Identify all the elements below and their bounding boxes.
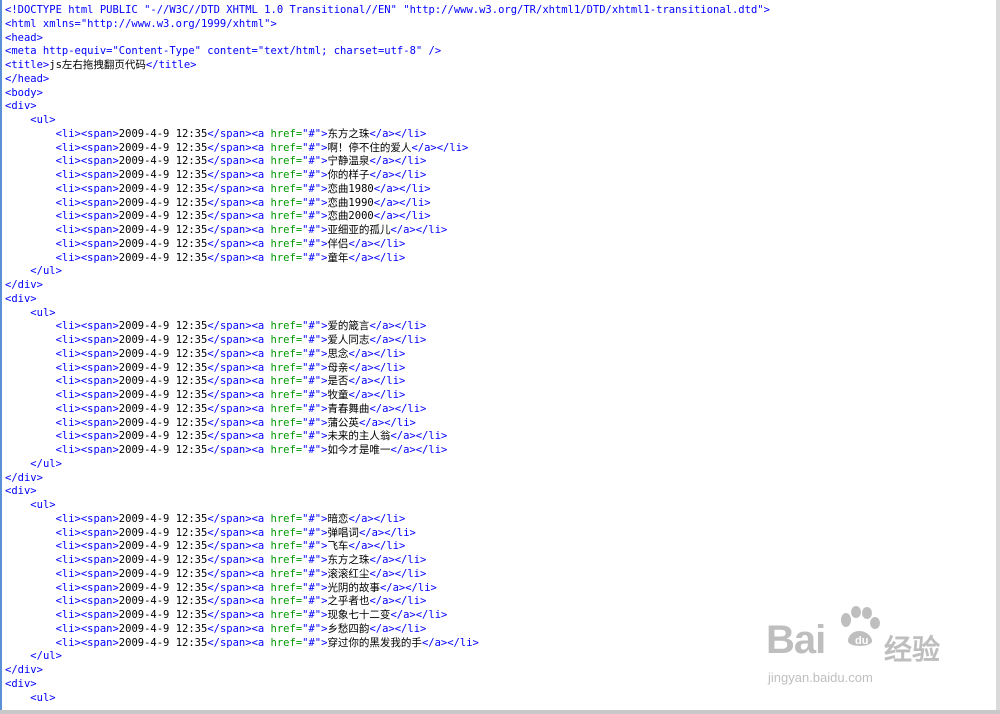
code-line[interactable]: </ul> [5,650,770,664]
div-open-line[interactable]: <div> [5,100,770,114]
div-open-line[interactable]: <div> [5,485,770,499]
div-close-line[interactable]: </div> [5,664,770,678]
list-item-line[interactable]: <li><span>2009-4-9 12:35</span><a href="… [5,540,770,554]
source-code[interactable]: <!DOCTYPE html PUBLIC "-//W3C//DTD XHTML… [5,4,770,705]
list-item-line[interactable]: <li><span>2009-4-9 12:35</span><a href="… [5,197,770,211]
paw-du-text: du [855,635,868,647]
list-item-line[interactable]: <li><span>2009-4-9 12:35</span><a href="… [5,334,770,348]
watermark-url: jingyan.baidu.com [768,670,873,685]
list-item-line[interactable]: <li><span>2009-4-9 12:35</span><a href="… [5,637,770,651]
list-item-line[interactable]: <li><span>2009-4-9 12:35</span><a href="… [5,417,770,431]
list-item-line[interactable]: <li><span>2009-4-9 12:35</span><a href="… [5,430,770,444]
watermark-logo-text: Bai [766,618,826,662]
html-open-line[interactable]: <html xmlns="http://www.w3.org/1999/xhtm… [5,18,770,32]
list-item-line[interactable]: <li><span>2009-4-9 12:35</span><a href="… [5,183,770,197]
list-item-line[interactable]: <li><span>2009-4-9 12:35</span><a href="… [5,609,770,623]
list-item-line[interactable]: <li><span>2009-4-9 12:35</span><a href="… [5,320,770,334]
list-item-line[interactable]: <li><span>2009-4-9 12:35</span><a href="… [5,362,770,376]
code-line[interactable]: <body> [5,87,770,101]
watermark-cn-text: 经验 [884,633,941,666]
code-line[interactable]: </ul> [5,265,770,279]
scrollbar-edge[interactable] [996,0,1000,714]
list-item-line[interactable]: <li><span>2009-4-9 12:35</span><a href="… [5,375,770,389]
list-item-line[interactable]: <li><span>2009-4-9 12:35</span><a href="… [5,623,770,637]
code-line[interactable]: <ul> [5,307,770,321]
div-open-line[interactable]: <div> [5,678,770,692]
list-item-line[interactable]: <li><span>2009-4-9 12:35</span><a href="… [5,169,770,183]
list-item-line[interactable]: <li><span>2009-4-9 12:35</span><a href="… [5,527,770,541]
list-item-line[interactable]: <li><span>2009-4-9 12:35</span><a href="… [5,128,770,142]
list-item-line[interactable]: <li><span>2009-4-9 12:35</span><a href="… [5,210,770,224]
list-item-line[interactable]: <li><span>2009-4-9 12:35</span><a href="… [5,513,770,527]
code-line[interactable]: <ul> [5,114,770,128]
code-line[interactable]: <head> [5,32,770,46]
list-item-line[interactable]: <li><span>2009-4-9 12:35</span><a href="… [5,155,770,169]
list-item-line[interactable]: <li><span>2009-4-9 12:35</span><a href="… [5,224,770,238]
list-item-line[interactable]: <li><span>2009-4-9 12:35</span><a href="… [5,389,770,403]
list-item-line[interactable]: <li><span>2009-4-9 12:35</span><a href="… [5,238,770,252]
list-item-line[interactable]: <li><span>2009-4-9 12:35</span><a href="… [5,568,770,582]
code-line[interactable]: </head> [5,73,770,87]
doctype-line[interactable]: <!DOCTYPE html PUBLIC "-//W3C//DTD XHTML… [5,4,770,18]
div-open-line[interactable]: <div> [5,293,770,307]
list-item-line[interactable]: <li><span>2009-4-9 12:35</span><a href="… [5,554,770,568]
list-item-line[interactable]: <li><span>2009-4-9 12:35</span><a href="… [5,348,770,362]
list-item-line[interactable]: <li><span>2009-4-9 12:35</span><a href="… [5,444,770,458]
list-item-line[interactable]: <li><span>2009-4-9 12:35</span><a href="… [5,582,770,596]
code-editor[interactable]: <!DOCTYPE html PUBLIC "-//W3C//DTD XHTML… [0,0,1000,714]
list-item-line[interactable]: <li><span>2009-4-9 12:35</span><a href="… [5,252,770,266]
code-line[interactable]: <ul> [5,692,770,706]
div-close-line[interactable]: </div> [5,279,770,293]
baidu-jingyan-watermark: du Bai 经验 jingyan.baidu.com [764,606,984,696]
meta-line[interactable]: <meta http-equiv="Content-Type" content=… [5,45,770,59]
list-item-line[interactable]: <li><span>2009-4-9 12:35</span><a href="… [5,403,770,417]
baidu-paw-icon: du [841,606,880,647]
title-line[interactable]: <title>js左右拖拽翻页代码</title> [5,59,770,73]
horizontal-scrollbar[interactable] [0,710,1000,714]
code-line[interactable]: <ul> [5,499,770,513]
list-item-line[interactable]: <li><span>2009-4-9 12:35</span><a href="… [5,142,770,156]
editor-gutter [0,0,2,714]
code-line[interactable]: </ul> [5,458,770,472]
div-close-line[interactable]: </div> [5,472,770,486]
list-item-line[interactable]: <li><span>2009-4-9 12:35</span><a href="… [5,595,770,609]
